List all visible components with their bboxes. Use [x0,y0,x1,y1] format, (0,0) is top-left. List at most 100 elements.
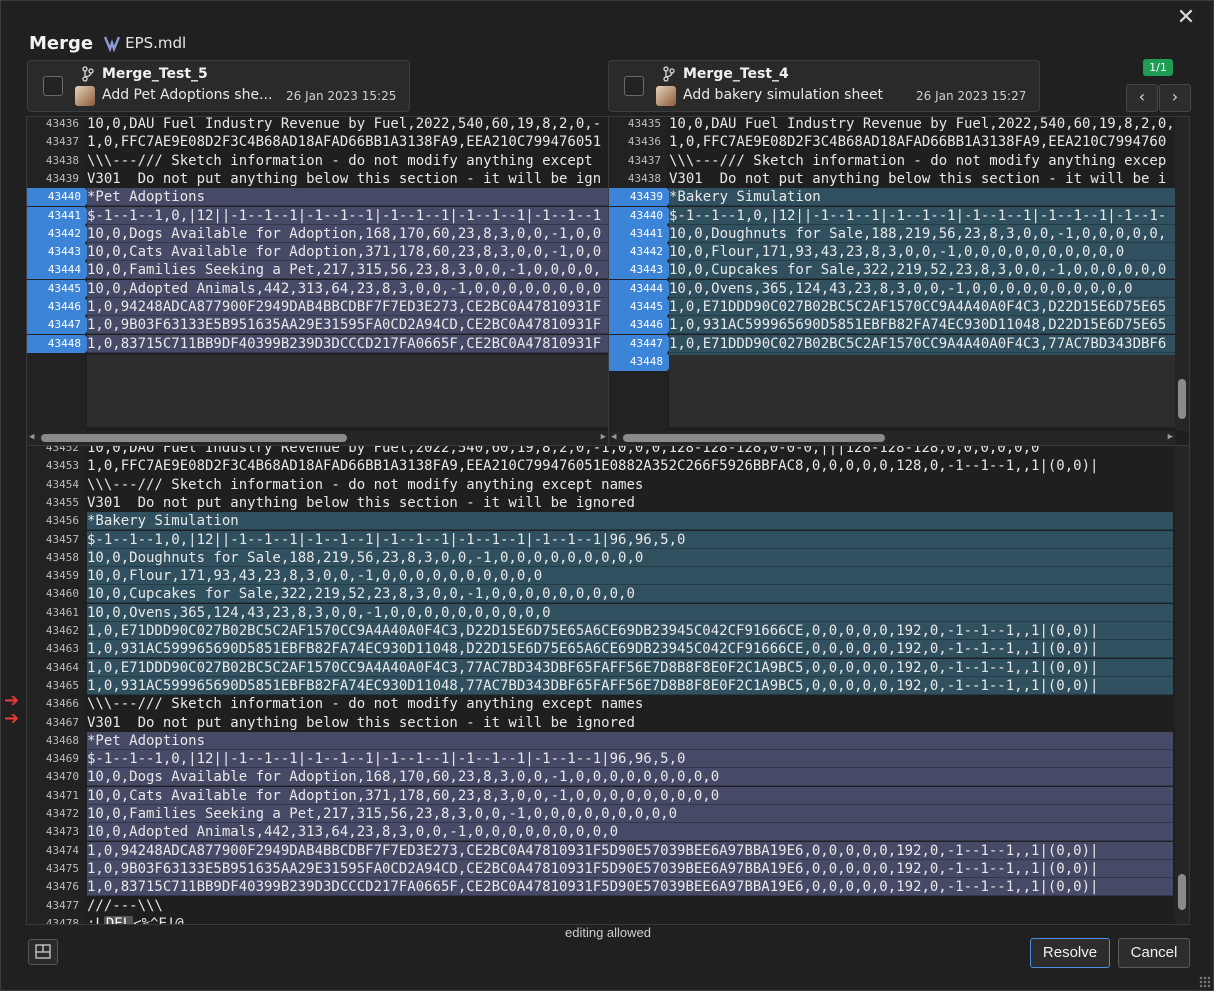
code-line[interactable]: 43476 1,0,83715C711BB9DF40399B239D3DCCCD2… [27,878,1189,897]
code-line[interactable]: 43438 \\\---/// Sketch information - do n… [27,152,608,170]
scroll-right-icon[interactable]: ▶ [601,432,606,442]
line-number: 43471 [45,788,79,802]
code-line[interactable]: 43447 1,0,9B03F63133E5B951635AA29E31595FA… [27,316,608,335]
code-line[interactable]: 43439 V301 Do not put anything below this… [27,170,608,188]
code-line[interactable]: 43466 \\\---/// Sketch information - do n… [27,695,1189,713]
left-revision-checkbox[interactable] [43,76,63,96]
line-text: $-1--1--1,0,|12||-1--1--1|-1--1--1|-1--1… [669,206,1189,225]
resolve-button[interactable]: Resolve [1030,938,1110,968]
code-line[interactable]: 43473 10,0,Adopted Animals,442,313,64,23,… [27,823,1189,842]
line-number: 43438 [45,153,79,167]
code-line[interactable]: 43443 10,0,Cupcakes for Sale,322,219,52,2… [609,261,1189,280]
code-line[interactable]: 43452 10,0,DAU Fuel Industry Revenue by F… [27,445,1189,457]
code-line[interactable]: 43460 10,0,Cupcakes for Sale,322,219,52,2… [27,585,1189,604]
code-line[interactable]: 43441 10,0,Doughnuts for Sale,188,219,56,… [609,224,1189,243]
code-line[interactable]: 43462 1,0,E71DDD90C027B02BC5C2AF1570CC9A4… [27,622,1189,640]
code-line[interactable]: 43444 10,0,Ovens,365,124,43,23,8,3,0,0,-1… [609,279,1189,298]
code-line[interactable]: 43477 ///---\\\ [27,897,1189,915]
vertical-scroll-thumb[interactable] [1178,874,1186,910]
code-line[interactable]: 43436 10,0,DAU Fuel Industry Revenue by F… [27,116,608,133]
code-line[interactable]: 43443 10,0,Cats Available for Adoption,37… [27,243,608,262]
code-line[interactable]: 43435 10,0,DAU Fuel Industry Revenue by F… [609,117,1189,133]
line-text: 10,0,DAU Fuel Industry Revenue by Fuel,2… [87,445,1040,456]
code-line[interactable]: 43446 1,0,94248ADCA877900F2949DAB4BBCDBF7… [27,298,608,316]
code-line[interactable]: 43446 1,0,931AC599965690D5851EBFB82FA74EC… [609,316,1189,335]
code-line[interactable]: 43445 10,0,Adopted Animals,442,313,64,23,… [27,279,608,298]
line-text: ///---\\\ [87,897,163,914]
code-line[interactable]: 43468 *Pet Adoptions [27,731,1189,750]
resize-grip-icon[interactable] [1199,976,1211,988]
code-line[interactable]: 43439 *Bakery Simulation [609,188,1189,207]
code-line[interactable]: 43437 \\\---/// Sketch information - do n… [609,152,1189,170]
right-revision-checkbox[interactable] [624,76,644,96]
vertical-scrollbar[interactable] [1175,446,1189,924]
horizontal-scrollbar[interactable]: ◀ ▶ [27,431,608,445]
code-line[interactable]: 43475 1,0,9B03F63133E5B951635AA29E31595FA… [27,859,1189,878]
code-line[interactable]: 43456 *Bakery Simulation [27,512,1189,531]
code-line[interactable]: 43454 \\\---/// Sketch information - do n… [27,476,1189,494]
merge-result-pane[interactable]: 43452 10,0,DAU Fuel Industry Revenue by F… [26,445,1190,925]
dialog-title: Merge [29,32,94,54]
vertical-scrollbar[interactable] [1175,117,1189,431]
code-line[interactable]: 43448 1,0,83715C711BB9DF40399B239D3DCCCD2… [27,334,608,353]
code-line[interactable]: 43441 $-1--1--1,0,|12||-1--1--1|-1--1--1|… [27,206,608,225]
scroll-right-icon[interactable]: ▶ [1168,432,1173,442]
code-line[interactable]: 43469 $-1--1--1,0,|12||-1--1--1|-1--1--1|… [27,750,1189,769]
code-line[interactable]: 43464 1,0,E71DDD90C027B02BC5C2AF1570CC9A4… [27,658,1189,677]
line-text: *Bakery Simulation [669,188,1189,207]
code-line[interactable]: 43438 V301 Do not put anything below this… [609,170,1189,188]
horizontal-scroll-thumb[interactable] [623,434,885,442]
code-line[interactable]: :LDEL<%^E!@43478:L DEL <%^E!@ [27,915,1189,924]
line-text: $-1--1--1,0,|12||-1--1--1|-1--1--1|-1--1… [87,530,1173,549]
next-conflict-button[interactable]: › [1159,84,1191,112]
vertical-scroll-thumb[interactable] [1178,379,1186,419]
line-text: 1,0,E71DDD90C027B02BC5C2AF1570CC9A4A40A0… [669,334,1189,353]
code-line[interactable]: 43442 10,0,Flour,171,93,43,23,8,3,0,0,-1,… [609,243,1189,262]
line-text: 1,0,E71DDD90C027B02BC5C2AF1570CC9A4A40A0… [87,658,1173,677]
line-number: 43475 [45,861,79,875]
previous-conflict-button[interactable]: ‹ [1126,84,1158,112]
code-line[interactable]: 43445 1,0,E71DDD90C027B02BC5C2AF1570CC9A4… [609,298,1189,316]
code-line[interactable]: 43463 1,0,931AC599965690D5851EBFB82FA74EC… [27,640,1189,659]
code-line[interactable]: 43472 10,0,Families Seeking a Pet,217,315… [27,805,1189,823]
line-text: \\\---/// Sketch information - do not mo… [87,152,593,169]
code-line[interactable]: 43442 10,0,Dogs Available for Adoption,16… [27,224,608,243]
line-number: 43470 [45,770,79,784]
code-line[interactable]: 43453 1,0,FFC7AE9E08D2F3C4B68AD18AFAD66BB… [27,457,1189,475]
left-revision-card: Merge_Test_5 Add Pet Adoptions she... 26… [27,60,410,112]
line-number: 43444 [27,261,92,280]
code-line[interactable]: 43470 10,0,Dogs Available for Adoption,16… [27,768,1189,787]
line-text: \\\---/// Sketch information - do not mo… [669,152,1167,169]
code-line[interactable]: 43444 10,0,Families Seeking a Pet,217,315… [27,261,608,280]
line-text: 10,0,Flour,171,93,43,23,8,3,0,0,-1,0,0,0… [87,567,1173,586]
code-line[interactable]: 43440 *Pet Adoptions [27,188,608,207]
code-line[interactable]: 43458 10,0,Doughnuts for Sale,188,219,56,… [27,548,1189,567]
code-line[interactable]: 43455 V301 Do not put anything below this… [27,494,1189,512]
line-number: 43466 [45,697,79,711]
line-number: 43447 [27,316,92,335]
code-line[interactable]: 43436 1,0,FFC7AE9E08D2F3C4B68AD18AFAD66BB… [609,133,1189,151]
code-line[interactable]: 43447 1,0,E71DDD90C027B02BC5C2AF1570CC9A4… [609,334,1189,353]
left-source-pane[interactable]: 43436 10,0,DAU Fuel Industry Revenue by F… [26,116,609,446]
horizontal-scrollbar[interactable]: ◀ ▶ [609,431,1175,445]
code-line[interactable]: 43467 V301 Do not put anything below this… [27,714,1189,732]
code-line[interactable]: 43474 1,0,94248ADCA877900F2949DAB4BBCDBF7… [27,841,1189,860]
line-number: 43444 [609,279,674,298]
code-line[interactable]: 43437 1,0,FFC7AE9E08D2F3C4B68AD18AFAD66BB… [27,133,608,151]
code-line[interactable]: 43465 1,0,931AC599965690D5851EBFB82FA74EC… [27,676,1189,695]
horizontal-scroll-thumb[interactable] [41,434,347,442]
cancel-button[interactable]: Cancel [1118,938,1190,968]
right-commit-date: 26 Jan 2023 15:27 [916,89,1027,103]
line-text: 10,0,DAU Fuel Industry Revenue by Fuel,2… [87,116,602,132]
code-line[interactable]: 43471 10,0,Cats Available for Adoption,37… [27,786,1189,805]
code-line[interactable]: 43440 $-1--1--1,0,|12||-1--1--1|-1--1--1|… [609,206,1189,225]
close-icon[interactable]: ✕ [1173,5,1199,31]
code-line[interactable]: 43461 10,0,Ovens,365,124,43,23,8,3,0,0,-1… [27,603,1189,622]
scroll-left-icon[interactable]: ◀ [29,432,34,442]
right-source-pane[interactable]: 43435 10,0,DAU Fuel Industry Revenue by F… [608,116,1190,446]
scroll-left-icon[interactable]: ◀ [611,432,616,442]
line-text: 10,0,Doughnuts for Sale,188,219,56,23,8,… [87,548,1173,567]
code-line[interactable]: 43457 $-1--1--1,0,|12||-1--1--1|-1--1--1|… [27,530,1189,549]
layout-toggle-button[interactable] [28,939,58,965]
code-line[interactable]: 43459 10,0,Flour,171,93,43,23,8,3,0,0,-1,… [27,567,1189,586]
